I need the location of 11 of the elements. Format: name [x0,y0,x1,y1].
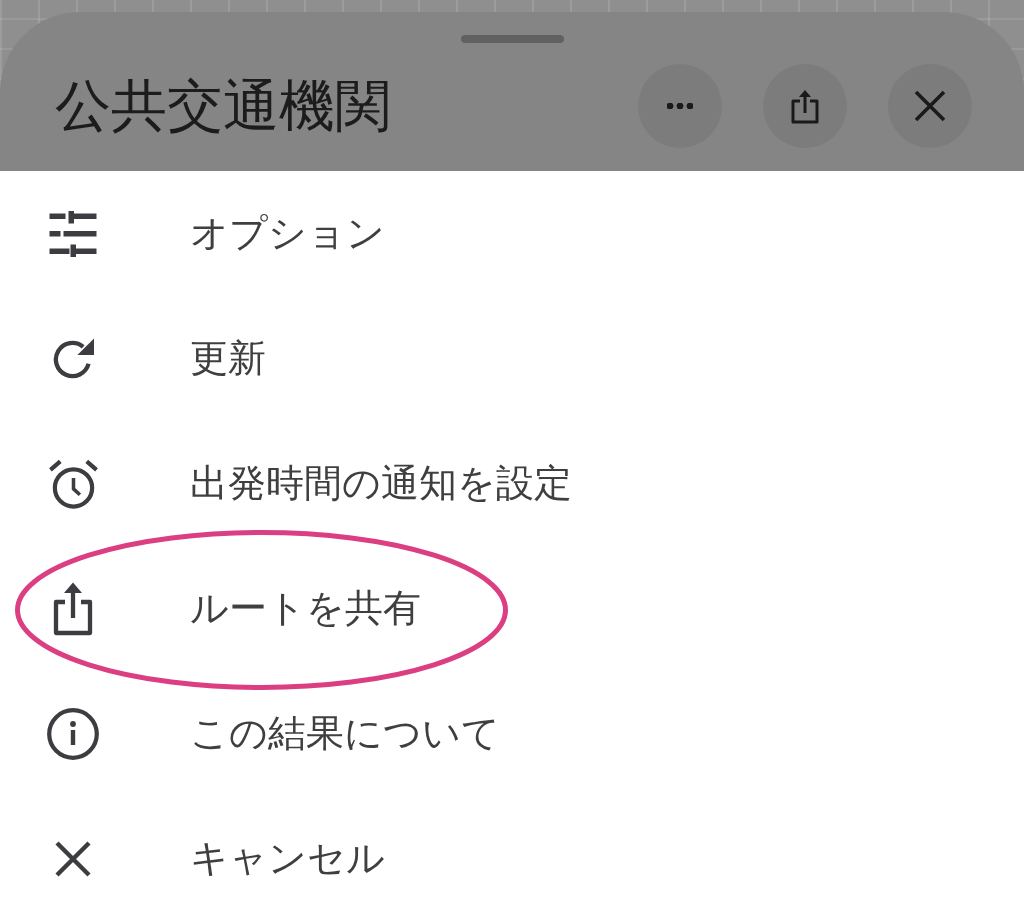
sheet-title: 公共交通機関 [55,78,391,134]
close-icon [55,840,91,877]
alarm-clock-icon [47,457,99,510]
close-icon [914,90,946,122]
sliders-icon [49,210,97,257]
share-icon [791,88,819,124]
refresh-icon [51,337,95,380]
info-icon [47,707,99,760]
more-icon [667,103,693,109]
drag-handle[interactable] [460,35,564,43]
share-icon [52,580,94,637]
